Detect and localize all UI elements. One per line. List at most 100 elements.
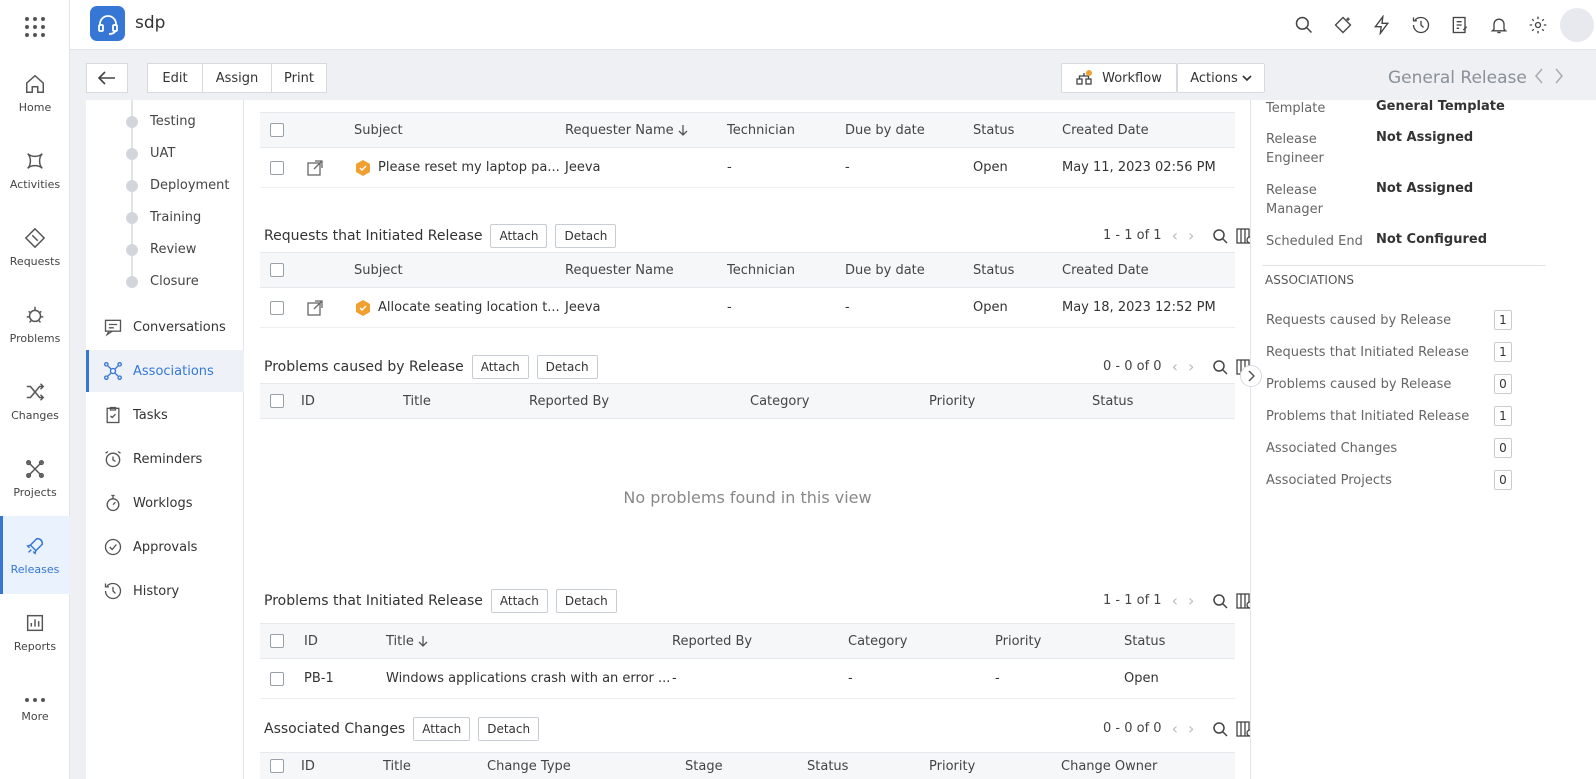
stage-closure[interactable]: Closure bbox=[126, 274, 199, 289]
search-icon[interactable] bbox=[1212, 228, 1228, 244]
select-all-checkbox[interactable] bbox=[270, 263, 284, 277]
column-header[interactable]: Technician bbox=[727, 253, 795, 287]
table-row[interactable]: Please reset my laptop pa... Jeeva - - O… bbox=[260, 148, 1235, 188]
row-checkbox[interactable] bbox=[270, 300, 284, 315]
select-all-checkbox[interactable] bbox=[270, 394, 284, 408]
column-header[interactable]: Created Date bbox=[1062, 253, 1149, 287]
workflow-button[interactable]: Workflow bbox=[1061, 63, 1177, 93]
search-icon[interactable] bbox=[1212, 721, 1228, 737]
column-header[interactable]: Subject bbox=[354, 253, 403, 287]
subnav-reminders[interactable]: Reminders bbox=[86, 438, 244, 480]
app-logo[interactable] bbox=[90, 6, 125, 41]
column-header[interactable]: Status bbox=[807, 753, 848, 779]
attach-button[interactable]: Attach bbox=[413, 717, 471, 741]
column-header[interactable]: Priority bbox=[929, 753, 975, 779]
row-checkbox[interactable] bbox=[270, 671, 284, 686]
previous-record-icon[interactable] bbox=[1534, 68, 1544, 84]
select-all-checkbox[interactable] bbox=[270, 123, 284, 137]
edit-button[interactable]: Edit bbox=[147, 63, 203, 93]
chevron-left-icon[interactable]: ‹ bbox=[1172, 591, 1178, 610]
association-count-row[interactable]: Associated Changes 0 bbox=[1266, 438, 1512, 458]
open-in-new-icon[interactable] bbox=[307, 288, 323, 327]
stage-testing[interactable]: Testing bbox=[126, 114, 196, 129]
row-checkbox[interactable] bbox=[270, 160, 284, 175]
column-header[interactable]: Category bbox=[750, 384, 809, 418]
stage-review[interactable]: Review bbox=[126, 242, 196, 257]
rail-item-problems[interactable]: Problems bbox=[0, 285, 70, 363]
select-all-checkbox[interactable] bbox=[270, 634, 284, 648]
rail-item-releases[interactable]: Releases bbox=[0, 516, 70, 594]
open-in-new-icon[interactable] bbox=[307, 148, 323, 187]
problem-title-cell[interactable]: Windows applications crash with an error… bbox=[386, 659, 670, 698]
column-header[interactable]: Status bbox=[973, 253, 1014, 287]
detach-button[interactable]: Detach bbox=[555, 589, 617, 613]
rail-item-requests[interactable]: Requests bbox=[0, 208, 70, 286]
column-header[interactable]: Title bbox=[403, 384, 431, 418]
column-header-sorted[interactable]: Title bbox=[386, 624, 428, 658]
column-header[interactable]: Status bbox=[1124, 624, 1165, 658]
rail-item-changes[interactable]: Changes bbox=[0, 362, 70, 440]
column-header[interactable]: ID bbox=[304, 624, 318, 658]
association-count-row[interactable]: Problems caused by Release 0 bbox=[1266, 374, 1512, 394]
subnav-approvals[interactable]: Approvals bbox=[86, 526, 244, 568]
column-header[interactable]: Due by date bbox=[845, 113, 925, 147]
request-subject-cell[interactable]: Allocate seating location t... bbox=[354, 288, 560, 327]
rail-item-activities[interactable]: Activities bbox=[0, 131, 70, 209]
column-header[interactable]: Requester Name bbox=[565, 253, 674, 287]
search-icon[interactable] bbox=[1284, 15, 1323, 35]
detach-button[interactable]: Detach bbox=[478, 717, 540, 741]
actions-dropdown[interactable]: Actions bbox=[1177, 63, 1265, 93]
stage-training[interactable]: Training bbox=[126, 210, 201, 225]
attach-button[interactable]: Attach bbox=[490, 224, 548, 248]
table-row[interactable]: Allocate seating location t... Jeeva - -… bbox=[260, 288, 1235, 328]
assign-button[interactable]: Assign bbox=[202, 63, 272, 93]
column-header[interactable]: Due by date bbox=[845, 253, 925, 287]
column-header[interactable]: Technician bbox=[727, 113, 795, 147]
search-icon[interactable] bbox=[1212, 359, 1228, 375]
column-header[interactable]: Stage bbox=[685, 753, 723, 779]
lightning-icon[interactable] bbox=[1362, 15, 1401, 35]
column-header[interactable]: ID bbox=[301, 753, 315, 779]
problem-id-cell[interactable]: PB-1 bbox=[304, 659, 334, 698]
column-header[interactable]: Change Type bbox=[487, 753, 571, 779]
gear-icon[interactable] bbox=[1518, 15, 1557, 35]
rail-item-home[interactable]: Home bbox=[0, 54, 70, 132]
column-header[interactable]: Status bbox=[973, 113, 1014, 147]
column-header[interactable]: Change Owner bbox=[1061, 753, 1157, 779]
table-row[interactable]: PB-1 Windows applications crash with an … bbox=[260, 659, 1235, 699]
attach-button[interactable]: Attach bbox=[471, 355, 529, 379]
user-avatar[interactable] bbox=[1557, 8, 1596, 42]
bell-icon[interactable] bbox=[1479, 15, 1518, 35]
subnav-worklogs[interactable]: Worklogs bbox=[86, 482, 244, 524]
column-header[interactable]: Priority bbox=[929, 384, 975, 418]
chevron-left-icon[interactable]: ‹ bbox=[1172, 719, 1178, 738]
ai-sparkle-icon[interactable] bbox=[1323, 15, 1362, 35]
detach-button[interactable]: Detach bbox=[555, 224, 617, 248]
history-icon[interactable] bbox=[1401, 15, 1440, 35]
column-header[interactable]: Reported By bbox=[672, 624, 752, 658]
collapse-panel-button[interactable] bbox=[1240, 365, 1262, 387]
select-all-checkbox[interactable] bbox=[270, 759, 284, 773]
column-header-sorted[interactable]: Requester Name bbox=[565, 113, 688, 147]
column-header[interactable]: Subject bbox=[354, 113, 403, 147]
rail-item-reports[interactable]: Reports bbox=[0, 593, 70, 671]
subnav-associations[interactable]: Associations bbox=[86, 350, 244, 392]
column-header[interactable]: Priority bbox=[995, 624, 1041, 658]
back-button[interactable] bbox=[86, 63, 128, 93]
subnav-conversations[interactable]: Conversations bbox=[86, 306, 244, 348]
stage-deployment[interactable]: Deployment bbox=[126, 178, 230, 193]
notes-icon[interactable] bbox=[1440, 15, 1479, 35]
column-header[interactable]: Category bbox=[848, 624, 907, 658]
column-header[interactable]: Created Date bbox=[1062, 113, 1149, 147]
stage-uat[interactable]: UAT bbox=[126, 146, 175, 161]
column-header[interactable]: Status bbox=[1092, 384, 1133, 418]
column-header[interactable]: Reported By bbox=[529, 384, 609, 418]
print-button[interactable]: Print bbox=[271, 63, 327, 93]
chevron-right-icon[interactable]: › bbox=[1188, 591, 1194, 610]
chevron-left-icon[interactable]: ‹ bbox=[1172, 357, 1178, 376]
association-count-row[interactable]: Problems that Initiated Release 1 bbox=[1266, 406, 1512, 426]
chevron-right-icon[interactable]: › bbox=[1188, 719, 1194, 738]
association-count-row[interactable]: Associated Projects 0 bbox=[1266, 470, 1512, 490]
column-header[interactable]: Title bbox=[383, 753, 411, 779]
association-count-row[interactable]: Requests caused by Release 1 bbox=[1266, 310, 1512, 330]
